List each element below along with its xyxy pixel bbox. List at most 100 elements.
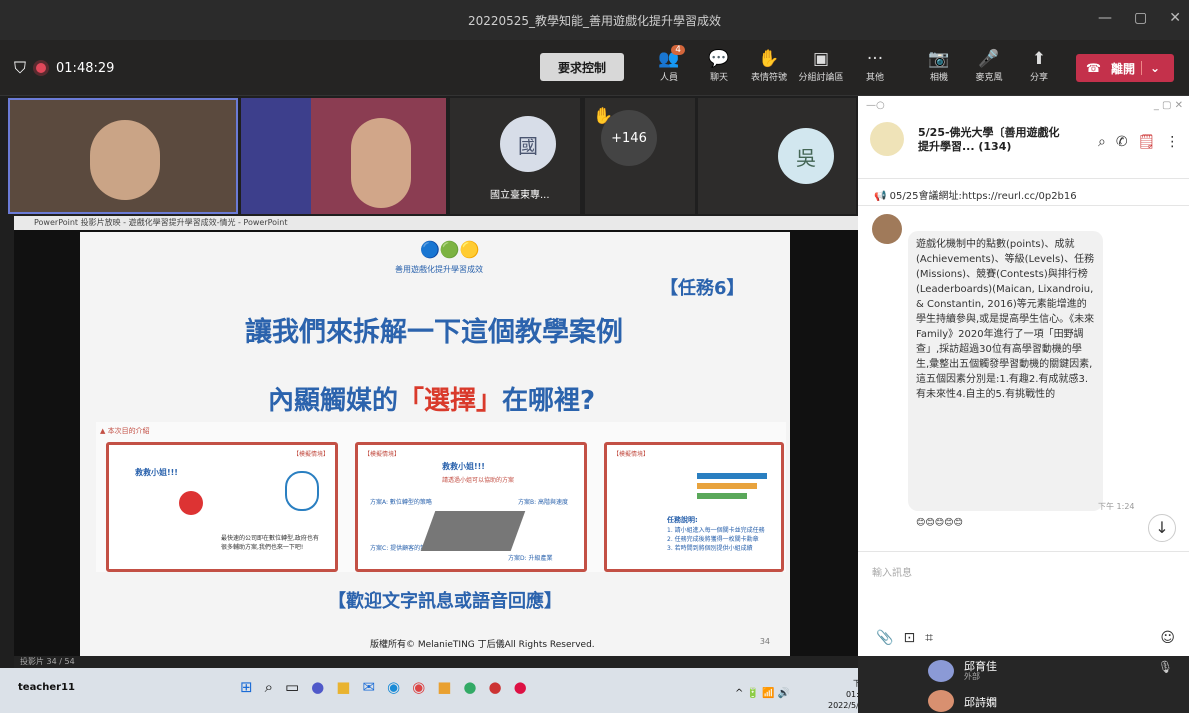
video-tiles: 國 國立臺東專... ✋ +146 吳 — [0, 96, 858, 216]
more-button[interactable]: ··· 其他 — [849, 48, 901, 83]
chrome-icon[interactable]: ◉ — [412, 678, 425, 696]
emoji-button[interactable]: ✋ 表情符號 — [743, 48, 795, 83]
explorer-icon[interactable]: ■ — [336, 678, 350, 696]
close-button[interactable]: ✕ — [1169, 10, 1181, 26]
task-label: 【任務6】 — [660, 278, 745, 299]
mic-label: 麥克風 — [975, 73, 1003, 83]
participant-tile-1[interactable]: 國 國立臺東專... — [450, 98, 580, 214]
option-b: 方案B: 高階與速度 — [518, 499, 569, 506]
chat-title: 5/25-佛光大學〔善用遊戲化提升學習... (134) — [918, 126, 1060, 153]
participant-tile-2[interactable]: 吳 — [698, 98, 856, 214]
chevron-down-icon[interactable]: ⌄ — [1140, 61, 1168, 75]
windows-taskbar: teacher11 ⊞ ⌕ ▭ ● ■ ✉ ◉ ◉ ■ ● ● ● ^ 🔋 📶 … — [0, 668, 869, 713]
slide: 🔵🟢🟡 善用遊戲化提升學習成效 【任務6】 讓我們來拆解一下這個教學案例 內顯觸… — [80, 232, 790, 656]
share-label: 分享 — [1029, 73, 1048, 83]
message-time: 下午 1:24 — [1098, 502, 1135, 511]
emoji-label: 表情符號 — [750, 73, 787, 83]
phone-icon: ☎ — [1086, 61, 1101, 75]
reactions[interactable]: 😊😊😊😊😊 — [916, 518, 963, 528]
card-line: 1. 請小組進入每一個關卡並完成任務 — [667, 527, 765, 534]
notes-icon[interactable]: 🗒 — [1138, 134, 1156, 150]
start-icon[interactable]: ⊞ — [240, 678, 253, 696]
chat-icon: 💬 — [708, 49, 730, 69]
scroll-down-icon[interactable]: ↓ — [1148, 514, 1176, 542]
person-thumbnail — [90, 120, 160, 200]
breakout-button[interactable]: ▣ 分組討論區 — [795, 48, 847, 83]
card-heading: 救救小姐!!! — [442, 462, 485, 471]
cta-text: 【歡迎文字訊息或語音回應】 — [328, 591, 562, 612]
phone-icon[interactable]: ✆ — [1116, 134, 1128, 150]
pinned-text: 05/25會議網址:https://reurl.cc/0p2b16 — [889, 191, 1077, 202]
system-tray: ^ 🔋 📶 🔊 — [735, 688, 791, 699]
search-icon[interactable]: ⌕ — [265, 678, 273, 696]
app-icon[interactable]: ■ — [437, 678, 451, 696]
request-control-button[interactable]: 要求控制 — [540, 53, 624, 81]
case-card-3: 【模擬情境】 任務說明: 1. 請小組進入每一個關卡並完成任務 2. 任務完成後… — [604, 442, 784, 572]
page-number: 34 — [759, 637, 770, 646]
video-tile-participant[interactable] — [241, 98, 446, 214]
window-titlebar: 20220525_教學知能_善用遊戲化提升學習成效 — ▢ ✕ — [0, 0, 1189, 40]
copyright: 版權所有© MelanieTING 丁后儀All Rights Reserved… — [370, 640, 595, 650]
megaphone-icon: 📢 — [874, 191, 890, 202]
attach-icon[interactable]: 📎 — [876, 630, 893, 646]
share-button[interactable]: ⬆ 分享 — [1013, 48, 1065, 83]
app-icon[interactable]: ● — [489, 678, 502, 696]
input-tools: 📎 ⊡ ⌗ — [876, 630, 933, 646]
card-line: 3. 若時間到將個別提供小組成績 — [667, 545, 753, 552]
emoji-icon[interactable]: ☺ — [1160, 630, 1175, 646]
video-tile-presenter[interactable] — [8, 98, 238, 214]
chat-message: 遊戲化機制中的點數(points)、成就(Achievements)、等級(Le… — [908, 231, 1103, 511]
maximize-button[interactable]: ▢ — [1134, 10, 1147, 26]
window-controls: — ▢ ✕ — [1098, 10, 1181, 26]
option-a: 方案A: 數位轉型的策略 — [370, 499, 432, 506]
meeting-status: ⛉ 01:48:29 — [14, 58, 114, 78]
app-icon[interactable]: ● — [463, 678, 476, 696]
mic-off-icon: 🎙 — [1157, 660, 1173, 674]
bar-icon — [697, 483, 757, 489]
more-label: 其他 — [865, 73, 884, 83]
meeting-timer: 01:48:29 — [56, 60, 115, 76]
card-line: 2. 任務完成後將獲得一枚關卡勳章 — [667, 536, 759, 543]
participant-name[interactable]: 邱詩嫺 — [964, 694, 997, 710]
shield-icon: ⛉ — [14, 58, 27, 77]
avatar — [928, 690, 954, 712]
section-label: ▲ 本次目的介紹 — [100, 427, 150, 435]
recording-icon — [36, 63, 47, 73]
message-input[interactable]: 輸入訊息 — [858, 551, 1189, 631]
input-placeholder: 輸入訊息 — [872, 568, 912, 579]
participant-tile-overflow[interactable]: ✋ +146 — [585, 98, 695, 214]
people-button[interactable]: 👥 4 人員 — [643, 45, 695, 83]
breakout-label: 分組討論區 — [798, 73, 844, 83]
overflow-count: +146 — [601, 110, 657, 166]
chat-button[interactable]: 💬 聊天 — [693, 48, 745, 83]
edge-icon[interactable]: ◉ — [387, 678, 400, 696]
more-icon[interactable]: ⋮ — [1165, 134, 1179, 150]
teams-icon[interactable]: ● — [311, 678, 324, 696]
minimize-button[interactable]: — — [1098, 10, 1112, 26]
powerpoint-icon[interactable]: ● — [514, 678, 527, 696]
chat-panel: —○ _ ▢ ✕ 5/25-佛光大學〔善用遊戲化提升學習... (134) ⌕ … — [858, 96, 1189, 666]
crop-icon[interactable]: ⌗ — [925, 630, 933, 646]
logo-icons: 🔵🟢🟡 — [420, 240, 480, 259]
avatar: 國 — [500, 116, 556, 172]
card-tag: 【模擬情境】 — [292, 451, 329, 458]
option-d: 方案D: 升級產業 — [508, 555, 553, 562]
bar-icon — [697, 493, 747, 499]
ppt-title-bar: PowerPoint 投影片放映 - 遊戲化學習提升學習成效-情光 - Powe… — [14, 216, 858, 230]
leave-button[interactable]: ☎ 離開 ⌄ — [1076, 54, 1174, 82]
camera-button[interactable]: 📷 相機 — [913, 48, 965, 83]
mic-button[interactable]: 🎤 麥克風 — [963, 48, 1015, 83]
breakout-icon: ▣ — [812, 49, 830, 69]
bookmark-icon[interactable]: ⊡ — [903, 630, 915, 646]
bg-panel — [241, 98, 311, 214]
search-icon[interactable]: ⌕ — [1098, 134, 1106, 150]
taskview-icon[interactable]: ▭ — [285, 678, 299, 696]
chat-window-controls[interactable]: _ ▢ ✕ — [1154, 100, 1183, 111]
camera-off-icon: 📷 — [928, 49, 950, 69]
participants-list: 邱育佳 外部 🎙 邱詩嫺 — [858, 656, 1189, 713]
pinned-message[interactable]: 📢 05/25會議網址:https://reurl.cc/0p2b16 — [858, 178, 1189, 206]
participant-name: 國立臺東專... — [490, 190, 550, 201]
mail-icon[interactable]: ✉ — [362, 678, 375, 696]
window-title: 20220525_教學知能_善用遊戲化提升學習成效 — [467, 13, 722, 28]
participant-sub: 外部 — [964, 672, 980, 681]
